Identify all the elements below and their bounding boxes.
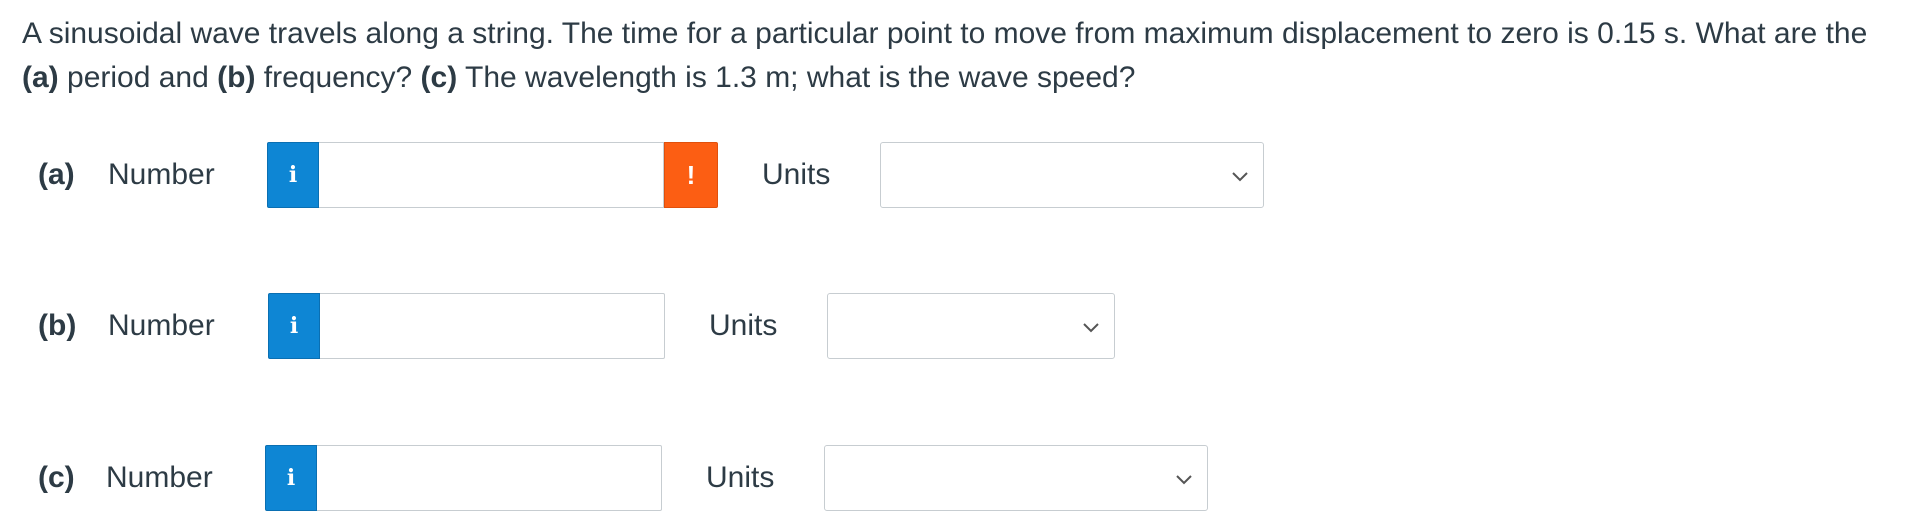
question-text: A sinusoidal wave travels along a string… bbox=[22, 12, 1882, 100]
part-c-number-label: Number bbox=[106, 461, 213, 494]
info-icon: i bbox=[289, 313, 299, 339]
warning-icon: ! bbox=[686, 160, 696, 190]
part-b-units-label: Units bbox=[709, 309, 778, 342]
question-text-frequency: frequency? bbox=[255, 61, 421, 94]
part-a-info-button[interactable]: i bbox=[267, 142, 319, 208]
chevron-down-icon bbox=[1232, 172, 1248, 182]
part-c-ref: (c) bbox=[420, 61, 458, 94]
part-a-label: (a) bbox=[38, 158, 75, 191]
chevron-down-icon bbox=[1083, 323, 1099, 333]
part-c-number-input[interactable] bbox=[317, 445, 662, 511]
part-c-units-label: Units bbox=[706, 461, 775, 494]
part-a-units-select[interactable] bbox=[880, 142, 1264, 208]
part-a-number-input[interactable] bbox=[319, 142, 664, 208]
question-text-intro: A sinusoidal wave travels along a string… bbox=[22, 17, 1868, 50]
part-b-ref: (b) bbox=[217, 61, 256, 94]
part-b-row: (b) Number i Units bbox=[0, 293, 1300, 359]
info-icon: i bbox=[288, 162, 298, 188]
part-b-info-button[interactable]: i bbox=[268, 293, 320, 359]
part-c-info-button[interactable]: i bbox=[265, 445, 317, 511]
part-b-label: (b) bbox=[38, 309, 77, 342]
chevron-down-icon bbox=[1176, 475, 1192, 485]
question-text-period: period and bbox=[58, 61, 218, 94]
part-a-row: (a) Number i ! Units bbox=[0, 142, 1300, 208]
question-text-speed: The wavelength is 1.3 m; what is the wav… bbox=[457, 61, 1136, 94]
part-a-number-label: Number bbox=[108, 158, 215, 191]
info-icon: i bbox=[286, 465, 296, 491]
part-c-row: (c) Number i Units bbox=[0, 445, 1300, 511]
part-a-warning-button[interactable]: ! bbox=[664, 142, 718, 208]
part-b-number-label: Number bbox=[108, 309, 215, 342]
part-c-label: (c) bbox=[38, 461, 75, 494]
part-a-units-label: Units bbox=[762, 158, 831, 191]
part-b-number-input[interactable] bbox=[320, 293, 665, 359]
part-c-units-select[interactable] bbox=[824, 445, 1208, 511]
part-a-ref: (a) bbox=[22, 61, 59, 94]
part-b-units-select[interactable] bbox=[827, 293, 1115, 359]
